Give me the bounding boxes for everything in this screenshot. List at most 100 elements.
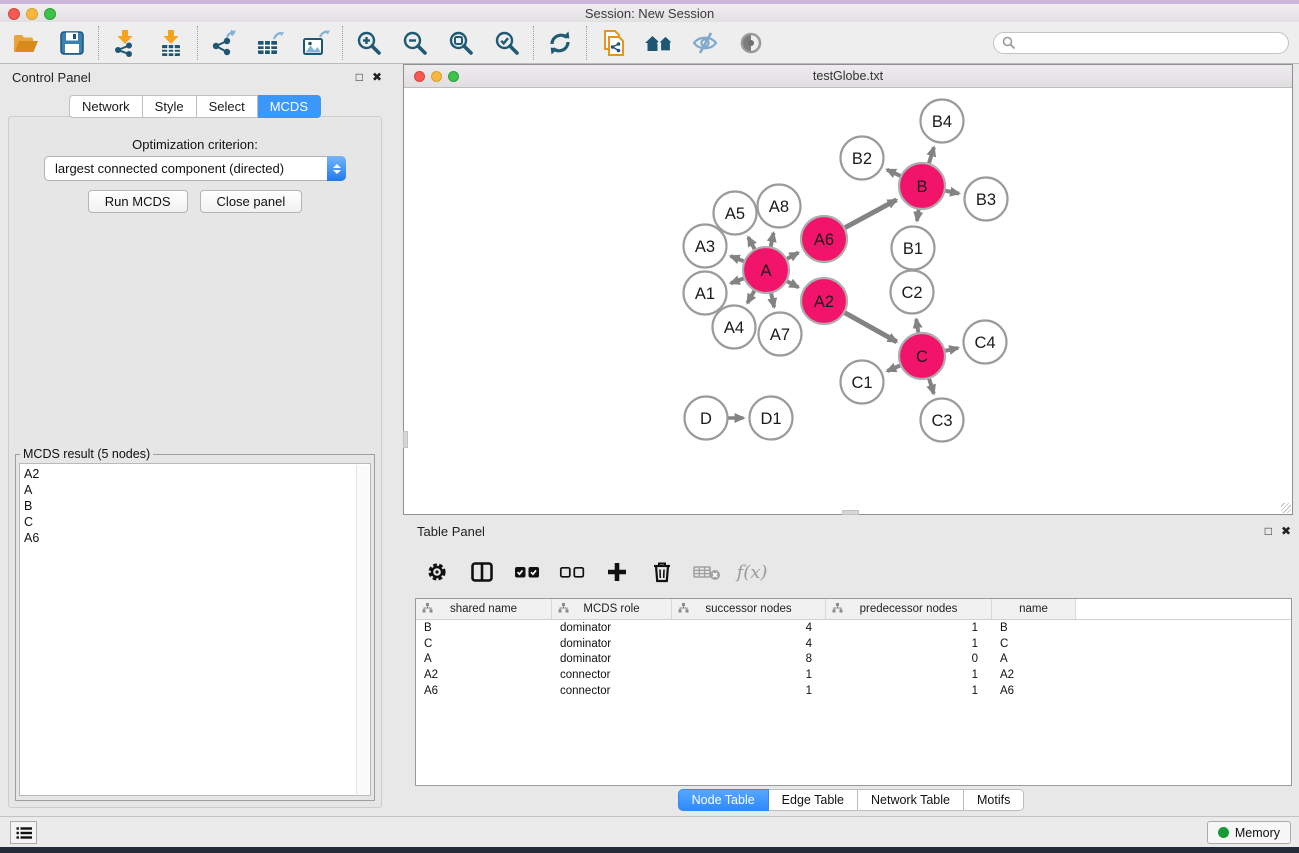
save-session-icon[interactable] [56,28,88,58]
network-canvas[interactable]: AA6A2BCA1A3A4A5A7A8B1B2B3B4C1C2C3C4DD1 [404,89,1292,514]
function-builder-icon[interactable]: f(x) [738,558,766,586]
export-image-icon[interactable] [300,28,332,58]
graph-edge-A-A7[interactable] [771,291,774,307]
refresh-network-icon[interactable] [544,28,576,58]
graph-edge-C-C1[interactable] [887,365,902,371]
select-all-icon[interactable] [513,558,541,586]
tab-select[interactable]: Select [197,95,258,118]
network-graph[interactable]: AA6A2BCA1A3A4A5A7A8B1B2B3B4C1C2C3C4DD1 [404,89,1292,514]
cell-shared-name[interactable]: C [416,638,552,650]
node-table[interactable]: shared nameMCDS rolesuccessor nodesprede… [415,598,1292,786]
network-window-titlebar[interactable]: testGlobe.txt [404,65,1292,88]
cell-MCDS-role[interactable]: connector [552,669,672,681]
mcds-result-item[interactable]: B [24,498,370,514]
close-panel-icon[interactable]: ✖ [1281,524,1291,538]
cell-name[interactable]: A2 [992,669,1076,681]
zoom-fit-icon[interactable] [445,28,477,58]
tab-mcds[interactable]: MCDS [258,95,321,118]
cell-MCDS-role[interactable]: dominator [552,622,672,634]
graph-edge-C-C2[interactable] [916,319,918,334]
cell-predecessor-nodes[interactable]: 1 [826,638,992,650]
add-column-icon[interactable] [603,558,631,586]
graph-edge-A2-C[interactable] [843,312,897,342]
zoom-in-icon[interactable] [353,28,385,58]
zoom-out-icon[interactable] [399,28,431,58]
tab-network[interactable]: Network [69,95,143,118]
mcds-result-list[interactable]: A2ABCA6 [19,463,371,796]
table-row[interactable]: Cdominator41C [416,636,1291,652]
tab-network-table[interactable]: Network Table [858,789,964,811]
deselect-all-icon[interactable] [558,558,586,586]
resize-grip-icon[interactable] [1281,503,1291,513]
cell-successor-nodes[interactable]: 4 [672,622,826,634]
cell-name[interactable]: A [992,653,1076,665]
table-row[interactable]: A2connector11A2 [416,667,1291,683]
table-row[interactable]: Bdominator41B [416,620,1291,636]
graph-edge-A-A4[interactable] [747,289,755,303]
criterion-dropdown[interactable]: largest connected component (directed) [44,156,346,181]
graph-edge-A-A1[interactable] [731,278,746,284]
graph-edge-A-A3[interactable] [731,256,746,262]
close-panel-button[interactable]: Close panel [200,190,303,213]
mcds-result-item[interactable]: A [24,482,370,498]
graph-edge-B-B4[interactable] [928,147,933,165]
column-header-predecessor-nodes[interactable]: predecessor nodes [826,599,992,619]
cell-shared-name[interactable]: A6 [416,685,552,697]
column-header-name[interactable]: name [992,599,1076,619]
duplicate-network-icon[interactable] [597,28,629,58]
zoom-selected-icon[interactable] [491,28,523,58]
graph-edge-A6-B[interactable] [843,200,896,229]
show-graphics-details-eye-icon[interactable] [735,28,767,58]
table-row[interactable]: A6connector11A6 [416,683,1291,699]
first-neighbors-icon[interactable] [643,28,675,58]
tab-node-table[interactable]: Node Table [678,789,769,811]
toggle-table-panel-icon[interactable] [468,558,496,586]
cell-name[interactable]: C [992,638,1076,650]
cell-shared-name[interactable]: B [416,622,552,634]
cell-name[interactable]: A6 [992,685,1076,697]
import-table-icon[interactable] [155,28,187,58]
run-mcds-button[interactable]: Run MCDS [88,190,188,213]
tab-edge-table[interactable]: Edge Table [769,789,858,811]
tab-motifs[interactable]: Motifs [964,789,1024,811]
cell-MCDS-role[interactable]: dominator [552,653,672,665]
export-table-icon[interactable] [254,28,286,58]
cell-MCDS-role[interactable]: dominator [552,638,672,650]
cell-successor-nodes[interactable]: 4 [672,638,826,650]
graph-edge-A-A2[interactable] [785,280,798,287]
delete-column-trash-icon[interactable] [648,558,676,586]
graph-edge-A-A8[interactable] [770,233,773,248]
export-network-icon[interactable] [208,28,240,58]
task-history-list-icon[interactable] [10,821,37,844]
cell-predecessor-nodes[interactable]: 1 [826,685,992,697]
import-network-icon[interactable] [109,28,141,58]
mcds-result-item[interactable]: A2 [24,466,370,482]
cell-successor-nodes[interactable]: 1 [672,669,826,681]
cell-predecessor-nodes[interactable]: 1 [826,622,992,634]
graph-edge-B-B2[interactable] [887,170,902,177]
splitter-grip-icon[interactable] [842,510,859,515]
cell-MCDS-role[interactable]: connector [552,685,672,697]
column-header-successor-nodes[interactable]: successor nodes [672,599,826,619]
cell-shared-name[interactable]: A [416,653,552,665]
table-row[interactable]: Adominator80A [416,652,1291,668]
tab-style[interactable]: Style [143,95,197,118]
close-panel-icon[interactable]: ✖ [372,70,382,84]
graph-edge-A-A5[interactable] [748,237,755,251]
cell-predecessor-nodes[interactable]: 1 [826,669,992,681]
splitter-grip-icon[interactable] [403,431,408,448]
graph-edge-B-B3[interactable] [944,190,959,193]
hide-selected-eye-slash-icon[interactable] [689,28,721,58]
graph-edge-C-C4[interactable] [943,348,958,351]
mcds-result-item[interactable]: C [24,514,370,530]
search-input[interactable] [993,32,1289,54]
column-header-shared-name[interactable]: shared name [416,599,552,619]
float-panel-icon[interactable]: □ [1265,524,1272,538]
float-panel-icon[interactable]: □ [356,70,363,84]
scrollbar-track[interactable] [356,465,369,794]
graph-edge-C-C3[interactable] [929,377,934,394]
cell-shared-name[interactable]: A2 [416,669,552,681]
settings-gear-icon[interactable] [423,558,451,586]
cell-predecessor-nodes[interactable]: 0 [826,653,992,665]
open-file-icon[interactable] [10,28,42,58]
